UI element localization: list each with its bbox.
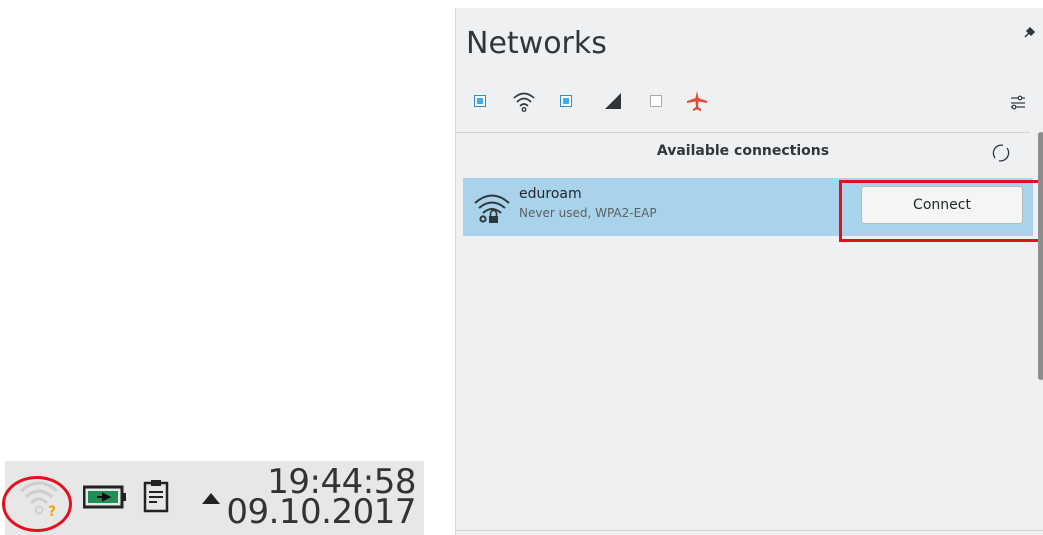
connection-detail: Never used, WPA2-EAP [519, 206, 657, 220]
network-settings-icon[interactable] [1010, 94, 1026, 110]
wifi-icon-annotation-circle [2, 476, 72, 532]
networks-panel: Networks Available connections eduroam N… [455, 8, 1043, 535]
pin-icon[interactable] [1022, 26, 1036, 40]
panel-bottom-divider [456, 530, 1043, 531]
available-connections-header: Available connections [656, 143, 830, 159]
clock-date: 09.10.2017 [226, 492, 416, 532]
wifi-secured-icon [474, 194, 510, 223]
mobile-broadband-enable-checkbox[interactable] [560, 95, 572, 107]
battery-charging-icon[interactable] [83, 485, 127, 509]
airplane-mode-checkbox[interactable] [650, 95, 662, 107]
connect-button-annotation-box [839, 180, 1042, 242]
digital-clock[interactable]: 19:44:58 09.10.2017 [226, 465, 416, 532]
airplane-mode-icon [687, 91, 707, 111]
scrollbar-thumb[interactable] [1038, 132, 1043, 380]
toolbar-divider [456, 132, 1030, 133]
panel-title: Networks [466, 26, 607, 61]
clipboard-icon[interactable] [143, 479, 169, 513]
mobile-signal-icon [605, 93, 621, 109]
wifi-icon [513, 92, 535, 112]
connection-name: eduroam [519, 186, 582, 202]
tray-expand-arrow-icon[interactable] [200, 491, 222, 505]
wifi-enable-checkbox[interactable] [474, 95, 486, 107]
refresh-icon[interactable] [990, 142, 1012, 164]
